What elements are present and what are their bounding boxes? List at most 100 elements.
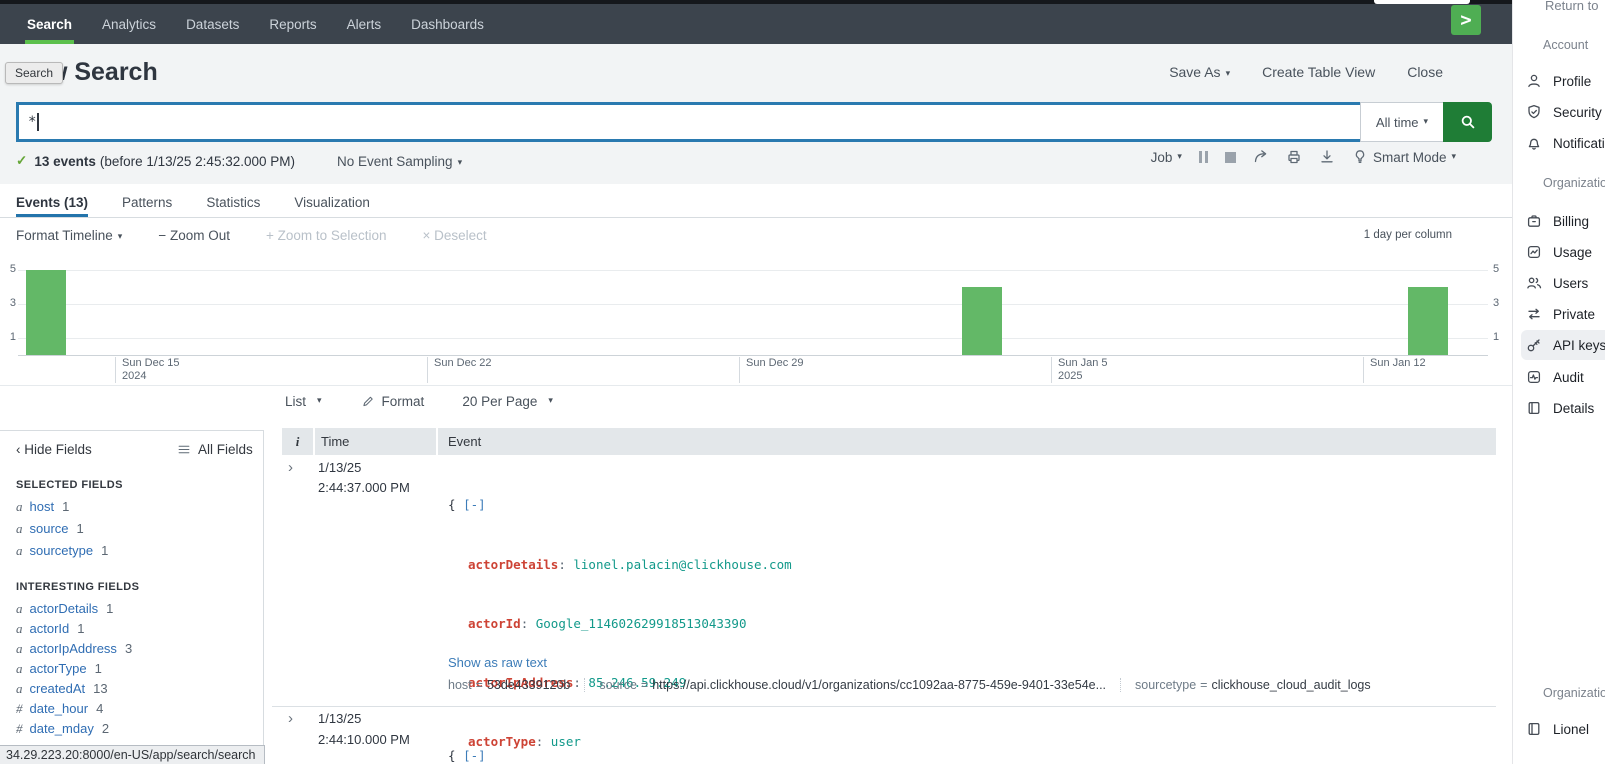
collapse-toggle[interactable]: [-] [463,748,486,763]
field-item-createdAt[interactable]: acreatedAt13 [16,681,108,697]
y-axis-label: 5 [1493,263,1503,275]
meta-host[interactable]: host=53de4339120b [448,678,584,692]
print-button[interactable] [1286,149,1302,165]
x-axis-label: Sun Dec 152024 [115,357,412,383]
export-button[interactable] [1319,149,1335,165]
panel-item-users[interactable]: Users [1526,272,1605,294]
share-icon [1253,149,1269,165]
meta-sourcetype[interactable]: sourcetype=clickhouse_cloud_audit_logs [1120,678,1385,692]
stop-icon [1225,152,1236,163]
chevron-left-icon: ‹ [16,442,21,457]
field-item-actorId[interactable]: aactorId1 [16,621,84,637]
nav-item-dashboards[interactable]: Dashboards [396,4,499,44]
meta-source[interactable]: source=https://api.clickhouse.cloud/v1/o… [584,678,1120,692]
event-expander[interactable]: › [288,461,293,475]
time-range-picker[interactable]: All time▾ [1360,102,1444,142]
nav-item-reports[interactable]: Reports [254,4,331,44]
divider [0,385,1512,386]
list-icon [176,443,192,456]
arrows-left-right-icon [1526,306,1542,322]
panel-item-private[interactable]: Private [1526,303,1605,325]
text-cursor [37,113,39,131]
field-item-actorType[interactable]: aactorType1 [16,661,102,677]
list-view-menu[interactable]: List▾ [285,394,322,409]
field-item-actorIpAddress[interactable]: aactorIpAddress3 [16,641,132,657]
save-as-button[interactable]: Save As▾ [1169,64,1230,80]
lightbulb-icon [1352,149,1368,165]
y-axis-label: 3 [1493,297,1503,309]
event-timeline-chart[interactable] [18,262,1488,356]
timeline-controls: Format Timeline▾ − Zoom Out + Zoom to Se… [16,228,487,243]
event-expander[interactable]: › [288,712,293,726]
x-icon: × [422,228,430,243]
panel-item-notifications[interactable]: Notifications [1526,132,1605,154]
check-icon: ✓ [16,153,27,169]
panel-item-organization-lionel[interactable]: Lionel [1526,718,1605,740]
all-fields-button[interactable]: All Fields [176,442,253,457]
event-json: { [-] actorDetails: lionel.palacin@click… [448,707,792,764]
x-axis-label: Sun Dec 22 [427,357,724,383]
event-sampling-menu[interactable]: No Event Sampling▾ [337,154,462,169]
timeline-bar[interactable] [962,287,1002,355]
format-results-menu[interactable]: Format [360,394,425,409]
browser-status-url: 34.29.223.20:8000/en-US/app/search/searc… [0,745,265,764]
journal-icon [1526,400,1542,416]
hide-fields-button[interactable]: ‹ Hide Fields [16,442,92,457]
result-tabs: Events (13) Patterns Statistics Visualiz… [0,188,1512,218]
field-item-source[interactable]: asource1 [16,521,84,537]
chevron-down-icon: ▾ [1177,151,1182,162]
table-header-info: i [282,428,313,455]
fields-sidebar: ‹ Hide Fields All Fields SELECTED FIELDS… [0,430,264,764]
x-axis-label: Sun Jan 12 [1363,357,1490,383]
field-item-host[interactable]: ahost1 [16,499,69,515]
return-to-link[interactable]: Return to [1545,0,1598,13]
field-item-date_mday[interactable]: #date_mday2 [16,721,109,737]
search-icon [1460,113,1476,131]
organization-section-label: Organization [1543,176,1605,190]
create-table-view-button[interactable]: Create Table View [1262,64,1375,80]
per-page-menu[interactable]: 20 Per Page▾ [462,394,553,409]
search-input[interactable]: * [16,102,1369,142]
nav-item-alerts[interactable]: Alerts [332,4,397,44]
pause-button[interactable] [1199,151,1208,163]
nav-item-datasets[interactable]: Datasets [171,4,254,44]
timeline-bar[interactable] [26,270,66,355]
panel-item-details[interactable]: Details [1526,397,1605,419]
json-field[interactable]: actorDetails: lionel.palacin@clickhouse.… [448,555,859,575]
field-item-date_hour[interactable]: #date_hour4 [16,701,103,717]
field-item-sourcetype[interactable]: asourcetype1 [16,543,108,559]
job-menu[interactable]: Job▾ [1151,150,1182,165]
panel-item-billing[interactable]: Billing [1526,210,1605,232]
tab-statistics[interactable]: Statistics [206,188,260,217]
tab-events[interactable]: Events (13) [16,188,88,217]
field-item-actorDetails[interactable]: aactorDetails1 [16,601,113,617]
panel-item-security[interactable]: Security [1526,101,1605,123]
nav-item-analytics[interactable]: Analytics [87,4,171,44]
event-time: 2:44:10.000 PM [318,732,410,747]
tab-patterns[interactable]: Patterns [122,188,172,217]
nav-item-search[interactable]: Search [12,4,87,44]
job-controls: Job▾ Smart Mode▾ [1151,149,1456,165]
timeline-bar[interactable] [1408,287,1448,355]
chevron-down-icon: ▾ [118,231,123,241]
close-button[interactable]: Close [1407,64,1443,80]
zoom-out-button[interactable]: − Zoom Out [158,228,230,243]
search-mode-menu[interactable]: Smart Mode▾ [1352,149,1456,165]
panel-item-audit[interactable]: Audit [1526,366,1605,388]
format-timeline-menu[interactable]: Format Timeline▾ [16,228,122,243]
splunk-logo-icon[interactable]: > [1451,5,1481,35]
show-raw-text-link[interactable]: Show as raw text [448,655,547,670]
json-field[interactable]: actorId: Google_114602629918513043390 [448,614,859,634]
collapse-toggle[interactable]: [-] [463,497,486,512]
chevron-down-icon: ▾ [1451,151,1456,162]
search-button[interactable] [1443,102,1492,142]
stop-button[interactable] [1225,152,1236,163]
panel-item-profile[interactable]: Profile [1526,70,1605,92]
zoom-to-selection-button: + Zoom to Selection [266,228,386,243]
share-button[interactable] [1253,149,1269,165]
header-actions: Save As▾ Create Table View Close [1169,64,1443,80]
panel-item-usage[interactable]: Usage [1526,241,1605,263]
panel-item-api-keys[interactable]: API keys [1526,334,1605,356]
results-toolbar: List▾ Format 20 Per Page▾ [285,394,553,409]
tab-visualization[interactable]: Visualization [294,188,370,217]
